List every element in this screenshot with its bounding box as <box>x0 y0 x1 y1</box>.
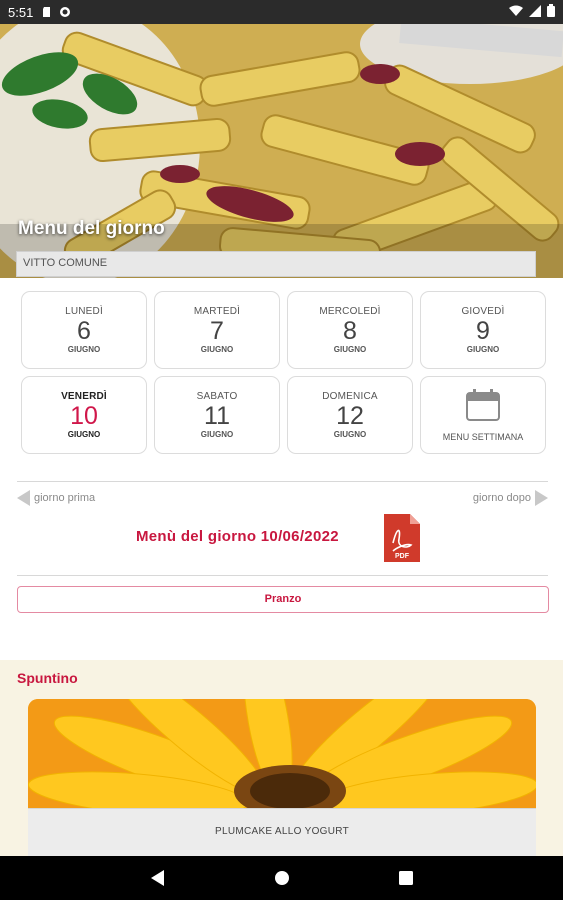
prev-day-label: giorno prima <box>34 492 96 504</box>
day-thursday[interactable]: GIOVEDÌ 9 GIUGNO <box>420 291 546 369</box>
back-icon[interactable] <box>146 866 170 890</box>
snack-title: Spuntino <box>17 670 78 686</box>
service-type-bar[interactable]: VITTO COMUNE <box>16 251 536 277</box>
day-month: GIUGNO <box>466 345 500 354</box>
calendar-icon <box>466 388 500 426</box>
divider <box>17 481 548 482</box>
pdf-label: PDF <box>395 553 410 560</box>
day-month: GIUGNO <box>67 345 101 354</box>
snack-item-label: PLUMCAKE ALLO YOGURT <box>28 808 536 856</box>
day-name: SABATO <box>196 391 238 402</box>
home-icon[interactable] <box>270 866 294 890</box>
day-saturday[interactable]: SABATO 11 GIUGNO <box>154 376 280 454</box>
day-month: GIUGNO <box>333 345 367 354</box>
snack-card[interactable]: PLUMCAKE ALLO YOGURT <box>28 699 536 856</box>
day-month: GIUGNO <box>67 430 101 439</box>
pdf-icon: PDF <box>384 514 420 562</box>
day-number: 7 <box>210 317 224 345</box>
next-day-label: giorno dopo <box>472 492 531 504</box>
day-monday[interactable]: LUNEDÌ 6 GIUGNO <box>21 291 147 369</box>
pdf-download-button[interactable]: PDF <box>383 513 421 563</box>
status-time: 5:51 <box>8 4 34 20</box>
sync-icon <box>59 6 71 18</box>
day-name: VENERDÌ <box>61 391 107 402</box>
page-title: Menu del giorno <box>18 218 165 239</box>
recents-icon[interactable] <box>394 866 418 890</box>
next-day-button[interactable]: giorno dopo <box>473 490 548 506</box>
day-number: 10 <box>70 402 98 430</box>
arrow-right-icon <box>535 490 548 506</box>
day-number: 6 <box>77 317 91 345</box>
signal-icon <box>529 4 541 20</box>
day-month: GIUGNO <box>200 345 234 354</box>
day-name: DOMENICA <box>322 391 378 402</box>
lunch-button[interactable]: Pranzo <box>17 586 549 613</box>
day-sunday[interactable]: DOMENICA 12 GIUGNO <box>287 376 413 454</box>
arrow-left-icon <box>17 490 30 506</box>
week-menu-label: MENU SETTIMANA <box>442 431 524 442</box>
day-name: LUNEDÌ <box>65 306 103 317</box>
day-month: GIUGNO <box>333 430 367 439</box>
sd-card-icon <box>41 6 53 18</box>
menu-date-title: Menù del giorno 10/06/2022 <box>136 528 339 545</box>
day-number: 8 <box>343 317 357 345</box>
day-number: 12 <box>336 402 364 430</box>
prev-day-button[interactable]: giorno prima <box>17 490 95 506</box>
day-name: MARTEDÌ <box>193 306 241 317</box>
status-bar: 5:51 <box>0 0 563 24</box>
battery-icon <box>547 4 555 20</box>
status-right <box>509 4 555 20</box>
day-tuesday[interactable]: MARTEDÌ 7 GIUGNO <box>154 291 280 369</box>
day-name: MERCOLEDÌ <box>319 306 381 317</box>
day-grid: LUNEDÌ 6 GIUGNO MARTEDÌ 7 GIUGNO MERCOLE… <box>21 291 546 454</box>
day-name: GIOVEDÌ <box>461 306 505 317</box>
divider <box>17 575 548 576</box>
snack-section: Spuntino PLUMCAKE ALLO YOGURT <box>0 660 563 856</box>
week-menu-button[interactable]: MENU SETTIMANA <box>420 376 546 454</box>
day-number: 9 <box>476 317 490 345</box>
day-friday[interactable]: VENERDÌ 10 GIUGNO <box>21 376 147 454</box>
day-month: GIUGNO <box>200 430 234 439</box>
app-screen: 5:51 Menu del giorno VITTO COMUNE LUNEDÌ… <box>0 0 563 900</box>
wifi-icon <box>509 5 523 20</box>
system-nav-bar <box>0 856 563 900</box>
day-number: 11 <box>204 402 230 430</box>
hero-banner: Menu del giorno <box>0 24 563 278</box>
day-wednesday[interactable]: MERCOLEDÌ 8 GIUGNO <box>287 291 413 369</box>
